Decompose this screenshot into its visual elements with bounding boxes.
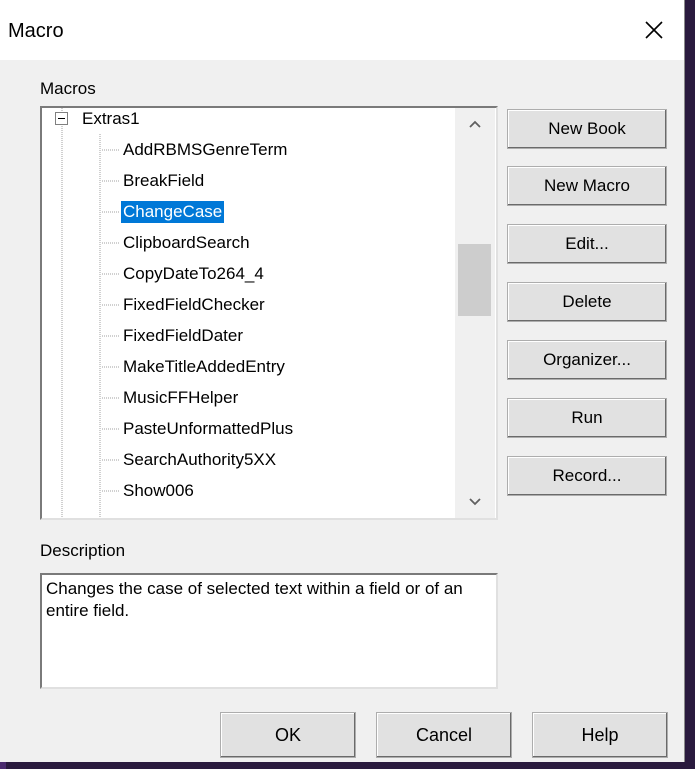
delete-button[interactable]: Delete <box>507 282 667 322</box>
tree-item[interactable]: MakeTitleAddedEntry <box>123 356 285 378</box>
tree-item[interactable]: ClipboardSearch <box>123 232 250 254</box>
macro-tree[interactable]: Extras1 AddRBMSGenreTerm BreakField Chan… <box>40 106 498 520</box>
cancel-button[interactable]: Cancel <box>376 712 512 758</box>
tree-item[interactable]: SearchAuthority5XX <box>123 449 276 471</box>
new-book-button[interactable]: New Book <box>507 109 667 149</box>
scroll-up-button[interactable] <box>455 108 495 140</box>
collapse-icon[interactable] <box>55 112 69 126</box>
macro-dialog: Macro Macros Extras1 AddRBMSGenreTerm Br… <box>0 0 685 762</box>
help-button[interactable]: Help <box>532 712 668 758</box>
tree-item[interactable]: FixedFieldChecker <box>123 294 265 316</box>
tree-item[interactable]: Show006 <box>123 480 194 502</box>
ok-button[interactable]: OK <box>220 712 356 758</box>
run-button[interactable]: Run <box>507 398 667 438</box>
tree-item[interactable]: BreakField <box>123 170 204 192</box>
scroll-thumb[interactable] <box>458 244 491 316</box>
close-icon <box>645 21 663 39</box>
scroll-down-button[interactable] <box>455 486 495 518</box>
tree-item[interactable]: AddRBMSGenreTerm <box>123 139 287 161</box>
record-button[interactable]: Record... <box>507 456 667 496</box>
description-label: Description <box>40 541 126 560</box>
chevron-down-icon <box>469 498 481 506</box>
new-macro-button[interactable]: New Macro <box>507 166 667 206</box>
tree-root-extras1[interactable]: Extras1 <box>82 108 140 130</box>
tree-item[interactable]: MusicFFHelper <box>123 387 238 409</box>
tree-item-selected[interactable]: ChangeCase <box>121 201 225 223</box>
edit-button[interactable]: Edit... <box>507 224 667 264</box>
chevron-up-icon <box>469 120 481 128</box>
tree-scrollbar[interactable] <box>455 108 495 518</box>
close-button[interactable] <box>624 0 684 60</box>
organizer-button[interactable]: Organizer... <box>507 340 667 380</box>
tree-item[interactable]: CopyDateTo264_4 <box>123 263 264 285</box>
title-bar: Macro <box>0 0 684 60</box>
window-title: Macro <box>8 20 64 42</box>
macros-label: Macros <box>40 79 96 98</box>
description-box: Changes the case of selected text within… <box>40 573 498 689</box>
tree-item[interactable]: PasteUnformattedPlus <box>123 418 293 440</box>
tree-item[interactable]: FixedFieldDater <box>123 325 243 347</box>
